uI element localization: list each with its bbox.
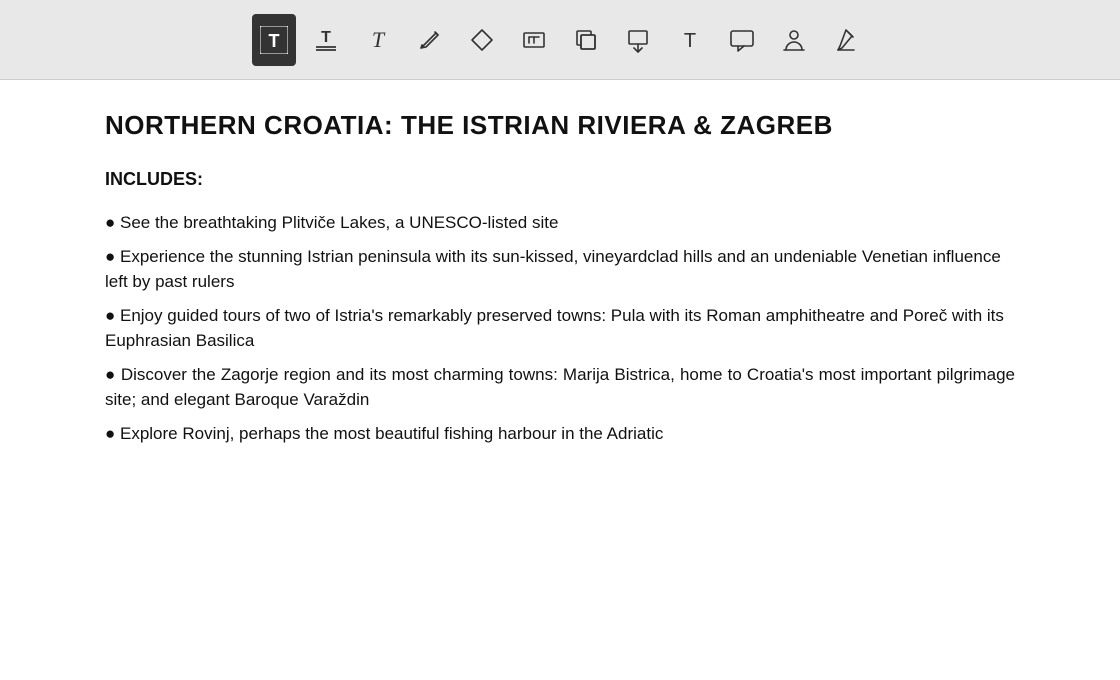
content-area: NORTHERN CROATIA: THE ISTRIAN RIVIERA & … xyxy=(0,80,1120,680)
list-item: ● Experience the stunning Istrian penins… xyxy=(105,244,1015,295)
move-down-button[interactable] xyxy=(616,14,660,66)
list-item: ● Enjoy guided tours of two of Istria's … xyxy=(105,303,1015,354)
eraser-button[interactable] xyxy=(460,14,504,66)
stamp-button[interactable] xyxy=(772,14,816,66)
comment-button[interactable] xyxy=(720,14,764,66)
bullet-list: ● See the breathtaking Plitviče Lakes, a… xyxy=(105,210,1015,446)
toolbar: T T T xyxy=(0,0,1120,80)
svg-text:T: T xyxy=(684,30,696,52)
pencil-button[interactable] xyxy=(408,14,452,66)
list-item: ● Discover the Zagorje region and its mo… xyxy=(105,362,1015,413)
svg-text:T: T xyxy=(269,31,280,51)
list-item: ● See the breathtaking Plitviče Lakes, a… xyxy=(105,210,1015,236)
includes-label: INCLUDES: xyxy=(105,169,1015,190)
list-item: ● Explore Rovinj, perhaps the most beaut… xyxy=(105,421,1015,447)
text-strikethrough-button[interactable]: T xyxy=(304,14,348,66)
pen-button[interactable] xyxy=(824,14,868,66)
svg-text:T: T xyxy=(372,27,386,52)
page-title: NORTHERN CROATIA: THE ISTRIAN RIVIERA & … xyxy=(105,110,1015,141)
svg-text:T: T xyxy=(321,29,331,46)
copy-button[interactable] xyxy=(564,14,608,66)
text-alt-button[interactable]: T xyxy=(668,14,712,66)
text-box-button[interactable] xyxy=(512,14,556,66)
text-plain-button[interactable]: T xyxy=(356,14,400,66)
text-filled-button[interactable]: T xyxy=(252,14,296,66)
